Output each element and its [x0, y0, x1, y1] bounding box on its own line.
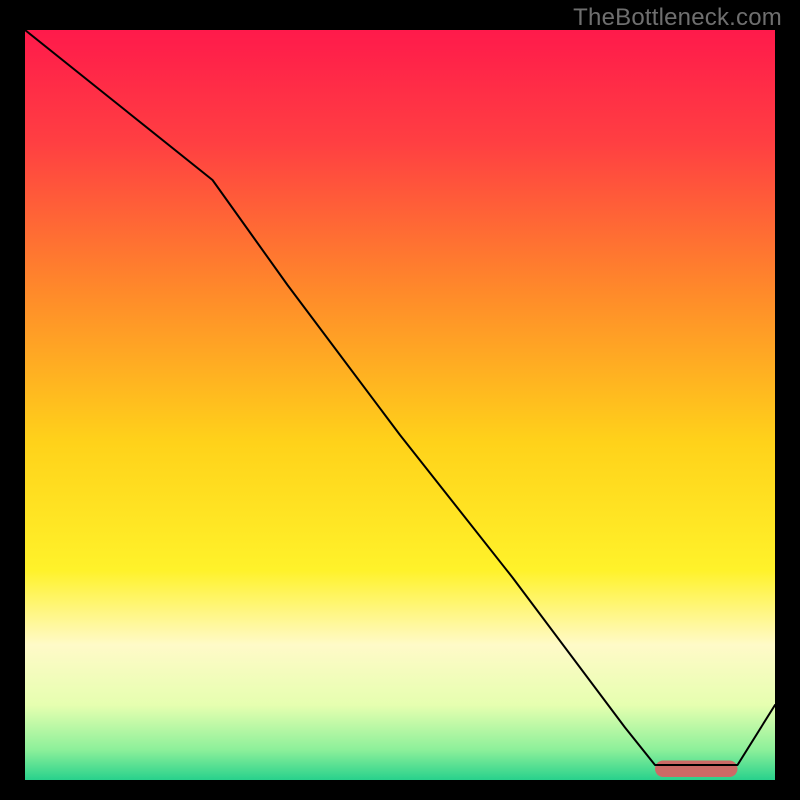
optimal-segment	[655, 761, 738, 778]
markers-layer	[655, 761, 738, 778]
chart-frame: TheBottleneck.com	[0, 0, 800, 800]
gradient-background	[25, 30, 775, 780]
watermark-text: TheBottleneck.com	[573, 4, 782, 32]
bottleneck-chart	[25, 30, 775, 780]
